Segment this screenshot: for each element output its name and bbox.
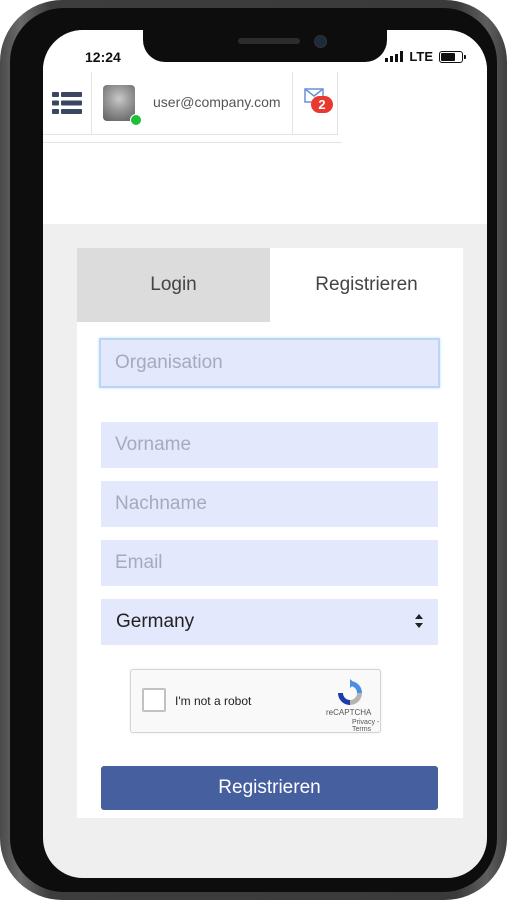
online-status-dot	[130, 114, 142, 126]
menu-icon	[52, 92, 82, 114]
recaptcha-brand: reCAPTCHA	[326, 708, 372, 717]
tab-login[interactable]: Login	[77, 248, 270, 322]
organisation-input[interactable]	[99, 338, 440, 388]
phone-screen: 12:24 LTE user@company.com 2 Login Regis…	[43, 30, 487, 878]
speaker-grille	[238, 38, 300, 44]
phone-bezel: 12:24 LTE user@company.com 2 Login Regis…	[10, 8, 497, 892]
recaptcha-links: Privacy - Terms	[352, 719, 380, 733]
select-arrows-icon	[415, 614, 423, 628]
header-divider	[43, 142, 342, 143]
country-select[interactable]: Germany	[101, 599, 438, 645]
recaptcha-terms-link[interactable]: Terms	[352, 726, 371, 733]
recaptcha-logo-icon	[338, 679, 362, 705]
auth-card: Login Registrieren Germany I'm not a	[77, 248, 463, 818]
status-time: 12:24	[85, 49, 121, 65]
messages-button[interactable]: 2	[293, 72, 338, 135]
register-button[interactable]: Registrieren	[101, 766, 438, 810]
front-camera	[314, 35, 327, 48]
recaptcha-label: I'm not a robot	[175, 694, 252, 708]
user-email: user@company.com	[153, 94, 281, 110]
lastname-input[interactable]	[101, 481, 438, 527]
menu-button[interactable]	[43, 72, 92, 135]
recaptcha-widget: I'm not a robot reCAPTCHA Privacy - Term…	[130, 669, 381, 733]
network-type: LTE	[409, 49, 433, 64]
signal-icon	[385, 51, 404, 62]
phone-frame: 12:24 LTE user@company.com 2 Login Regis…	[0, 0, 507, 900]
email-input[interactable]	[101, 540, 438, 586]
country-select-value: Germany	[116, 611, 195, 632]
status-indicators: LTE	[385, 49, 466, 64]
app-header: user@company.com 2	[43, 72, 487, 224]
battery-icon	[439, 50, 466, 63]
message-count-badge: 2	[311, 96, 333, 113]
recaptcha-checkbox[interactable]	[142, 688, 166, 712]
tab-register[interactable]: Registrieren	[270, 248, 463, 322]
notch	[143, 30, 387, 62]
recaptcha-link-separator: -	[376, 719, 380, 726]
auth-tabs: Login Registrieren	[77, 248, 463, 322]
recaptcha-privacy-link[interactable]: Privacy	[352, 719, 375, 726]
user-profile[interactable]: user@company.com	[92, 72, 293, 135]
firstname-input[interactable]	[101, 422, 438, 468]
